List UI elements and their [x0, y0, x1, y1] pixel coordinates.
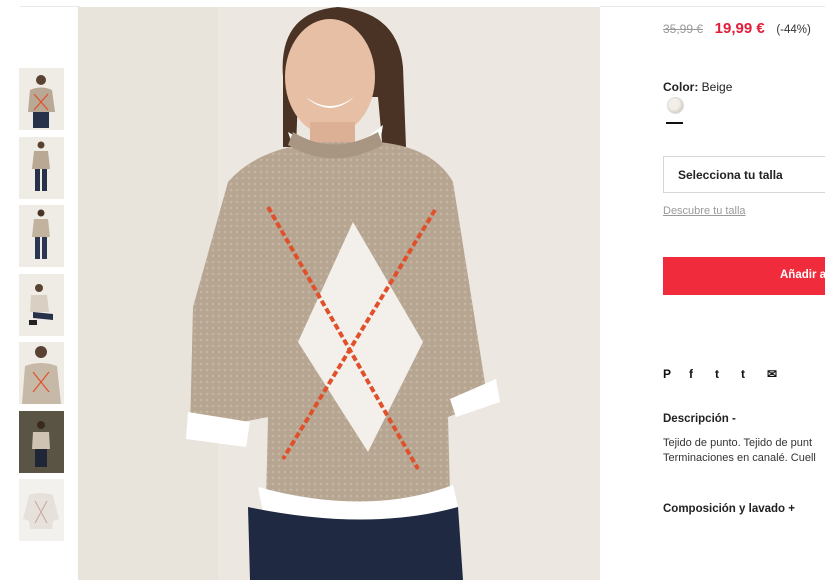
thumbnail-1[interactable]: [19, 68, 64, 130]
model-front-image: [28, 75, 55, 128]
sale-price: 19,99 €: [714, 20, 765, 37]
thumbnail-4[interactable]: [19, 273, 64, 336]
facebook-icon[interactable]: f: [689, 367, 715, 381]
social-share-bar: P f t t ✉: [663, 367, 793, 381]
add-to-cart-label: Añadir a: [780, 269, 825, 281]
thumbnail-3[interactable]: [19, 205, 64, 267]
color-swatch-beige[interactable]: [667, 97, 684, 114]
email-icon[interactable]: ✉: [767, 367, 793, 381]
original-price: 35,99 €: [663, 22, 704, 36]
thumbnail-gallery: [19, 68, 64, 548]
color-value: Beige: [701, 80, 733, 94]
color-label-prefix: Color:: [663, 80, 699, 94]
sweater-flat-image: [23, 493, 59, 529]
thumbnail-6[interactable]: [19, 410, 64, 473]
selected-swatch-indicator: [666, 122, 683, 124]
description-line-2: Terminaciones en canalé. Cuell: [663, 452, 816, 464]
size-select-placeholder: Selecciona tu talla: [678, 168, 783, 182]
description-text: Tejido de punto. Tejido de punt Terminac…: [663, 436, 816, 466]
product-info-panel: 35,99 € 19,99 € (-44%) Color: Beige Sele…: [663, 0, 825, 580]
composition-toggle[interactable]: Composición y lavado +: [663, 503, 795, 515]
model-full-body-image: [32, 141, 50, 191]
top-divider-left: [20, 6, 80, 7]
size-guide-link[interactable]: Descubre tu talla: [663, 205, 746, 217]
description-line-1: Tejido de punto. Tejido de punt: [663, 437, 813, 449]
add-to-cart-button[interactable]: Añadir a: [663, 257, 825, 295]
color-label: Color: Beige: [663, 80, 732, 94]
tumblr-icon[interactable]: t: [741, 367, 767, 381]
thumbnail-7[interactable]: [19, 479, 64, 541]
model-back-image: [32, 209, 50, 259]
discount-badge: (-44%): [776, 24, 811, 36]
size-select[interactable]: Selecciona tu talla: [663, 156, 825, 193]
price-row: 35,99 € 19,99 € (-44%): [663, 20, 811, 37]
description-toggle[interactable]: Descripción -: [663, 413, 736, 425]
thumbnail-2[interactable]: [19, 136, 64, 199]
model-closeup-image: [22, 346, 61, 404]
model-lifestyle-image: [19, 410, 64, 473]
twitter-icon[interactable]: t: [715, 367, 741, 381]
main-product-image[interactable]: [78, 7, 600, 580]
thumbnail-5[interactable]: [19, 342, 64, 404]
pinterest-icon[interactable]: P: [663, 367, 689, 381]
model-seated-image: [29, 283, 53, 325]
model-wearing-sweater-image: [78, 7, 600, 580]
